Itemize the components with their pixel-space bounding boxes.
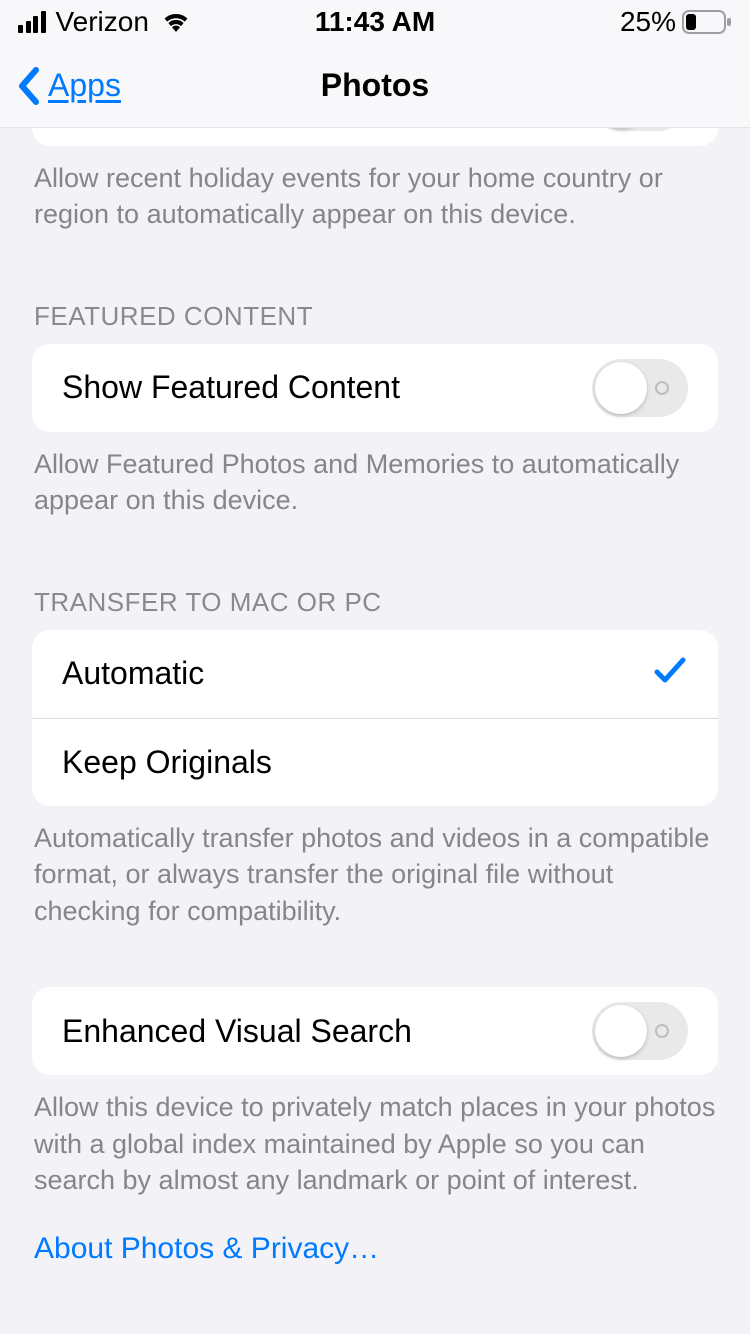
show-featured-content-toggle[interactable]	[592, 359, 688, 417]
status-bar: Verizon 11:43 AM 25%	[0, 0, 750, 44]
featured-content-header: FEATURED CONTENT	[0, 301, 750, 344]
battery-icon	[682, 10, 732, 34]
transfer-automatic-row[interactable]: Automatic	[32, 630, 718, 718]
battery-percentage: 25%	[620, 6, 676, 38]
toggle-off-indicator-icon	[655, 1024, 669, 1038]
featured-content-footer: Allow Featured Photos and Memories to au…	[0, 432, 750, 519]
nav-bar: Apps Photos	[0, 44, 750, 128]
toggle-off-indicator-icon	[655, 381, 669, 395]
show-featured-content-label: Show Featured Content	[62, 369, 592, 406]
clock: 11:43 AM	[315, 6, 435, 38]
transfer-automatic-label: Automatic	[62, 655, 652, 692]
show-featured-content-row[interactable]: Show Featured Content	[32, 344, 718, 432]
cellular-signal-icon	[18, 11, 46, 33]
enhanced-visual-search-footer: Allow this device to privately match pla…	[0, 1075, 750, 1198]
enhanced-visual-search-card: Enhanced Visual Search	[32, 987, 718, 1075]
transfer-keep-originals-label: Keep Originals	[62, 744, 688, 781]
enhanced-visual-search-label: Enhanced Visual Search	[62, 1013, 592, 1050]
transfer-keep-originals-row[interactable]: Keep Originals	[32, 718, 718, 806]
enhanced-visual-search-toggle[interactable]	[592, 1002, 688, 1060]
holiday-events-footer: Allow recent holiday events for your hom…	[0, 146, 750, 233]
transfer-card: Automatic Keep Originals	[32, 630, 718, 806]
transfer-footer: Automatically transfer photos and videos…	[0, 806, 750, 929]
enhanced-visual-search-row[interactable]: Enhanced Visual Search	[32, 987, 718, 1075]
featured-content-card: Show Featured Content	[32, 344, 718, 432]
settings-content: Show Holiday Events Allow recent holiday…	[0, 128, 750, 1334]
wifi-icon	[161, 11, 191, 33]
back-label: Apps	[48, 67, 121, 104]
about-photos-privacy-link[interactable]: About Photos & Privacy…	[0, 1198, 750, 1266]
holiday-events-card: Show Holiday Events	[32, 128, 718, 146]
show-holiday-events-toggle[interactable]	[592, 128, 688, 131]
page-title: Photos	[321, 67, 429, 104]
toggle-knob-icon	[595, 362, 647, 414]
show-holiday-events-row[interactable]: Show Holiday Events	[32, 128, 718, 146]
chevron-left-icon	[16, 66, 42, 106]
status-right: 25%	[620, 6, 732, 38]
toggle-knob-icon	[595, 1005, 647, 1057]
transfer-header: TRANSFER TO MAC OR PC	[0, 587, 750, 630]
checkmark-icon	[652, 652, 688, 696]
back-button[interactable]: Apps	[16, 66, 121, 106]
status-left: Verizon	[18, 6, 191, 38]
carrier-label: Verizon	[56, 6, 149, 38]
